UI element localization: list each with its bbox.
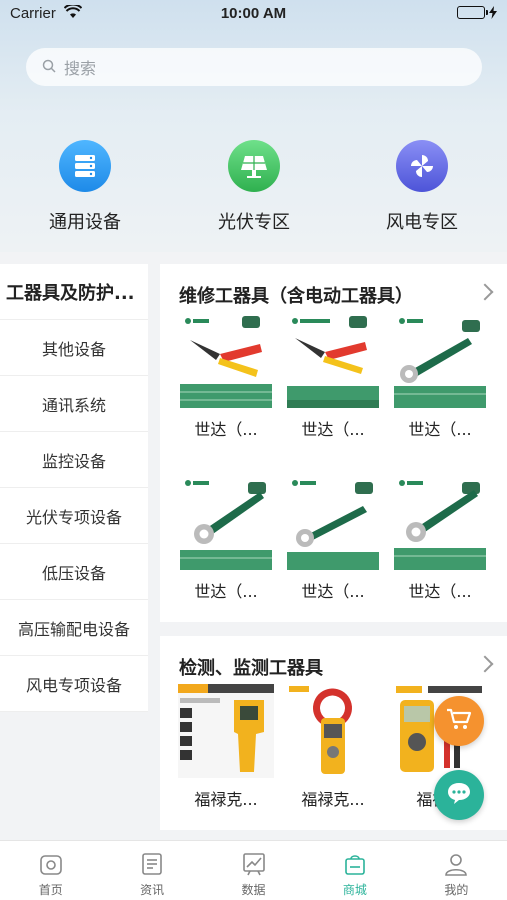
search-icon <box>42 58 56 77</box>
category-label: 光伏专区 <box>218 212 290 233</box>
solar-panel-icon <box>228 140 280 192</box>
shopping-bag-icon <box>304 851 405 877</box>
tab-data[interactable]: 数据 <box>203 841 304 900</box>
sidebar-item-monitoring[interactable]: 监控设备 <box>0 432 148 488</box>
product-card[interactable]: 世达（... <box>178 314 274 440</box>
chat-fab[interactable] <box>434 770 484 820</box>
chart-icon <box>203 851 304 877</box>
product-card[interactable]: 世达（... <box>178 476 274 602</box>
product-name: 福禄克... <box>194 790 258 809</box>
thermometer-image <box>178 684 274 778</box>
sidebar-item-wind-special[interactable]: 风电专项设备 <box>0 656 148 712</box>
tab-profile[interactable]: 我的 <box>406 841 507 900</box>
wrench-image <box>394 476 486 570</box>
product-name: 世达（... <box>301 420 365 439</box>
product-section-repair-tools: 维修工器具（含电动工器具） 世达（... 世达（... 世达（... 世达（..… <box>160 264 507 622</box>
tab-label: 数据 <box>241 883 266 897</box>
product-card[interactable]: 福禄克... <box>178 684 274 810</box>
sidebar-item-low-voltage[interactable]: 低压设备 <box>0 544 148 600</box>
product-card[interactable]: 世达（... <box>392 476 488 602</box>
cart-icon <box>446 707 472 735</box>
news-icon <box>101 851 202 877</box>
sidebar-item-high-voltage[interactable]: 高压输配电设备 <box>0 600 148 656</box>
bottom-tab-bar: 首页 资讯 数据 商城 我的 <box>0 840 507 900</box>
product-name: 世达（... <box>194 420 258 439</box>
pliers-image <box>180 314 272 408</box>
tab-label: 商城 <box>342 883 367 897</box>
sidebar-item-tools-protection[interactable]: 工器具及防护... <box>0 264 148 320</box>
category-general-equipment[interactable]: 通用设备 <box>20 140 150 234</box>
product-card[interactable]: 世达（... <box>285 476 381 602</box>
clamp-meter-image <box>287 684 379 778</box>
tab-label: 首页 <box>38 883 63 897</box>
tab-news[interactable]: 资讯 <box>101 841 202 900</box>
product-card[interactable]: 福禄克... <box>285 684 381 810</box>
chevron-right-icon[interactable] <box>476 283 494 301</box>
battery-icon <box>457 6 497 19</box>
wrench-image <box>180 476 272 570</box>
category-label: 通用设备 <box>49 212 121 233</box>
pliers-image <box>287 314 379 408</box>
category-wind[interactable]: 风电专区 <box>357 140 487 234</box>
chevron-right-icon[interactable] <box>476 655 494 673</box>
cart-fab[interactable] <box>434 696 484 746</box>
product-name: 世达（... <box>408 582 472 601</box>
category-solar[interactable]: 光伏专区 <box>189 140 319 234</box>
category-row: 通用设备 光伏专区 风电专区 <box>0 140 507 240</box>
tab-label: 我的 <box>444 883 469 897</box>
home-icon <box>0 851 101 877</box>
wrench-image <box>394 314 486 408</box>
search-placeholder: 搜索 <box>64 59 97 78</box>
chat-bubble-icon <box>446 781 472 809</box>
sidebar-item-other-equipment[interactable]: 其他设备 <box>0 320 148 376</box>
product-name: 世达（... <box>301 582 365 601</box>
server-icon <box>59 140 111 192</box>
tab-label: 资讯 <box>140 883 165 897</box>
user-icon <box>406 851 507 877</box>
tab-home[interactable]: 首页 <box>0 841 101 900</box>
category-label: 风电专区 <box>386 212 458 233</box>
sidebar-item-solar-special[interactable]: 光伏专项设备 <box>0 488 148 544</box>
product-card[interactable]: 世达（... <box>392 314 488 440</box>
product-name: 世达（... <box>194 582 258 601</box>
section-title: 检测、监测工器具 <box>179 658 323 679</box>
tab-mall[interactable]: 商城 <box>304 841 405 900</box>
pinwheel-icon <box>396 140 448 192</box>
search-bar[interactable]: 搜索 <box>26 48 482 86</box>
sidebar-item-communication[interactable]: 通讯系统 <box>0 376 148 432</box>
product-name: 福禄克... <box>301 790 365 809</box>
status-time: 10:00 AM <box>220 5 287 22</box>
section-title: 维修工器具（含电动工器具） <box>179 286 413 307</box>
status-bar: Carrier 10:00 AM <box>0 0 507 28</box>
product-name: 世达（... <box>408 420 472 439</box>
product-card[interactable]: 世达（... <box>285 314 381 440</box>
category-sidebar: 工器具及防护... 其他设备 通讯系统 监控设备 光伏专项设备 低压设备 高压输… <box>0 264 148 712</box>
wrench-image <box>287 476 379 570</box>
